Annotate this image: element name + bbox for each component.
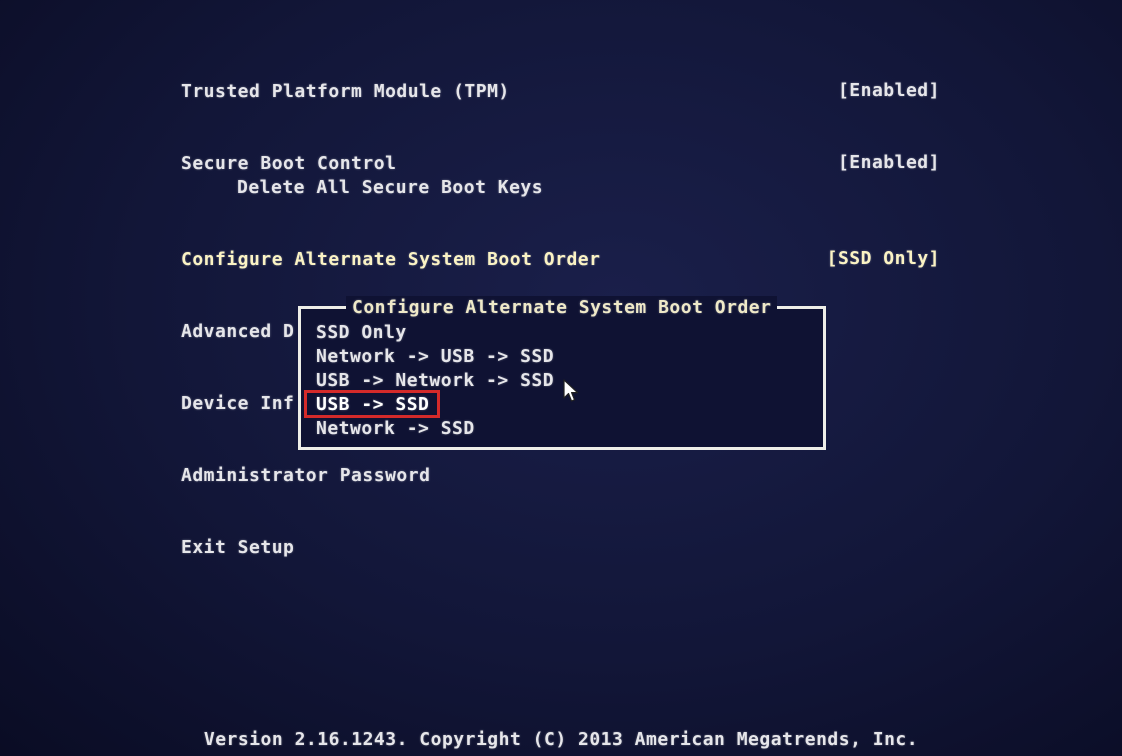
mouse-pointer-icon [563,379,579,402]
menu-item-device-info[interactable]: Device Inf [181,392,294,416]
menu-item-administrator-password[interactable]: Administrator Password [181,464,430,488]
tpm-value[interactable]: [Enabled] [838,79,940,103]
version-copyright-footer: Version 2.16.1243. Copyright (C) 2013 Am… [203,729,919,750]
boot-option-ssd-only[interactable]: SSD Only [316,321,407,345]
menu-item-exit-setup[interactable]: Exit Setup [181,536,294,560]
menu-item-secure-boot-control[interactable]: Secure Boot Control [181,152,396,176]
alternate-boot-order-value[interactable]: [SSD Only] [827,247,940,271]
selection-highlight-box [304,390,440,418]
boot-option-network-usb-ssd[interactable]: Network -> USB -> SSD [316,345,554,369]
menu-item-tpm[interactable]: Trusted Platform Module (TPM) [181,80,510,104]
secure-boot-value[interactable]: [Enabled] [838,151,940,175]
boot-order-popup-title: Configure Alternate System Boot Order [346,296,778,320]
menu-item-alternate-boot-order[interactable]: Configure Alternate System Boot Order [181,248,600,272]
menu-item-delete-secure-boot-keys[interactable]: Delete All Secure Boot Keys [237,176,543,200]
boot-option-network-ssd[interactable]: Network -> SSD [316,417,475,441]
bios-setup-screen: Trusted Platform Module (TPM) [Enabled] … [0,0,1122,756]
menu-item-advanced[interactable]: Advanced D [181,320,294,344]
